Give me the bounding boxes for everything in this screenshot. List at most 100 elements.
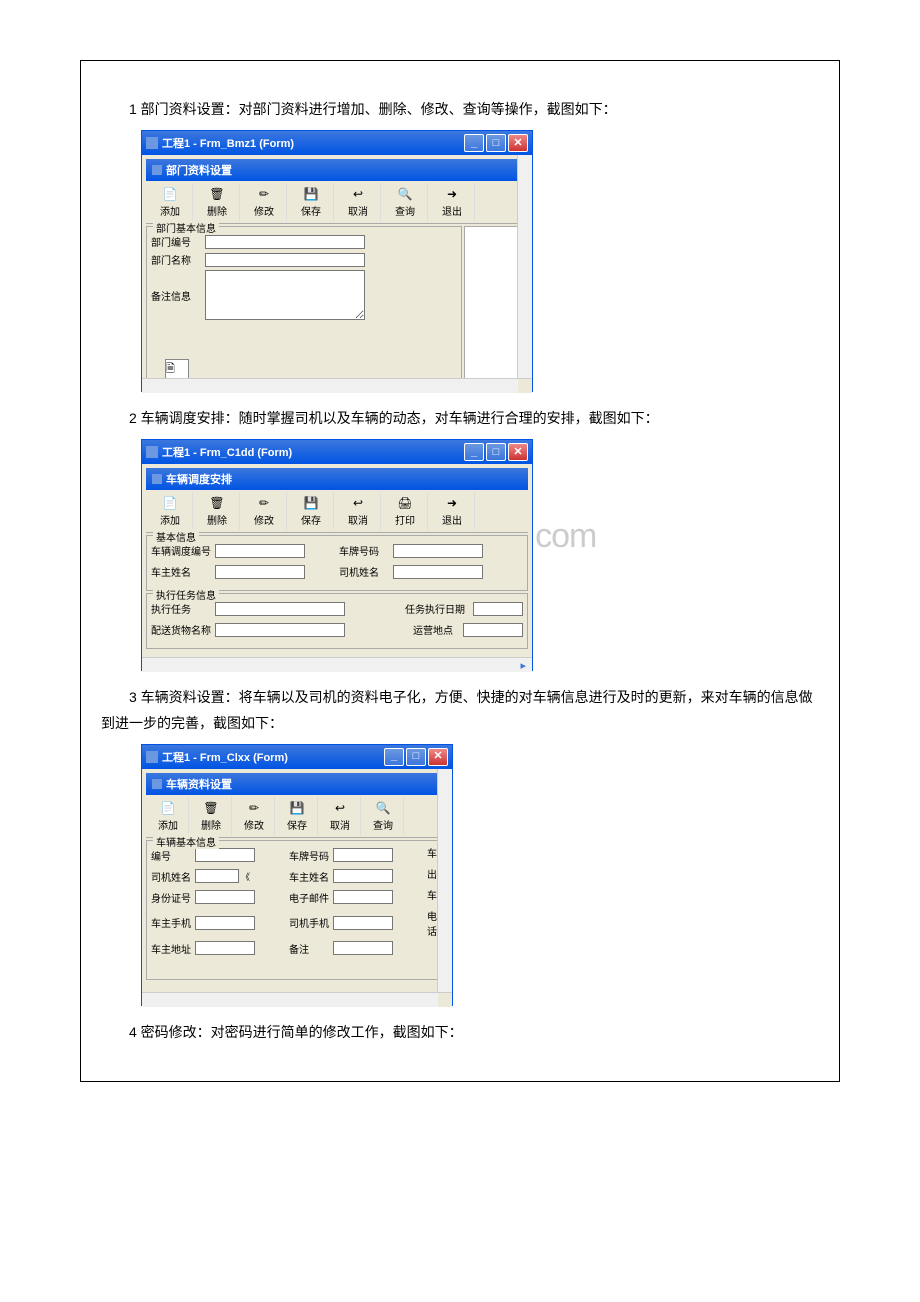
dept-remark-input[interactable]	[205, 270, 365, 320]
delete-button[interactable]: 🗑删除	[195, 183, 240, 221]
vertical-scrollbar[interactable]	[437, 769, 452, 1007]
goods-input[interactable]	[215, 623, 345, 637]
window-title: 工程1 - Frm_Clxx (Form)	[162, 749, 382, 765]
no-input[interactable]	[195, 848, 255, 862]
driver-phone-input[interactable]	[333, 916, 393, 930]
dept-no-label: 部门编号	[151, 234, 205, 249]
close-button[interactable]: ✕	[508, 443, 528, 461]
dest-input[interactable]	[463, 623, 523, 637]
section2-text: 2 车辆调度安排：随时掌握司机以及车辆的动态，对车辆进行合理的安排，截图如下：	[101, 406, 819, 431]
horizontal-scrollbar[interactable]: ▸	[142, 378, 532, 393]
save-button[interactable]: 💾保存	[289, 183, 334, 221]
horizontal-scrollbar[interactable]: ▸	[142, 657, 532, 672]
cancel-button[interactable]: ↩取消	[336, 183, 381, 221]
delete-icon: 🗑	[193, 800, 229, 816]
remark-input[interactable]	[333, 941, 393, 955]
minimize-button[interactable]: _	[384, 748, 404, 766]
cancel-button[interactable]: ↩取消	[320, 797, 361, 835]
app-icon	[146, 137, 158, 149]
group2-title: 执行任务信息	[153, 587, 219, 602]
driver-label: 司机姓名	[339, 564, 393, 579]
window-titlebar: 工程1 - Frm_C1dd (Form) _ □ ✕	[142, 440, 532, 464]
minimize-button[interactable]: _	[464, 134, 484, 152]
add-button[interactable]: 📄添加	[148, 183, 193, 221]
save-icon: 💾	[291, 495, 331, 511]
owner-phone-label: 车主手机	[151, 915, 195, 930]
add-button[interactable]: 📄添加	[148, 797, 189, 835]
close-button[interactable]: ✕	[428, 748, 448, 766]
maximize-button[interactable]: □	[486, 134, 506, 152]
close-button[interactable]: ✕	[508, 134, 528, 152]
group-title: 车辆基本信息	[153, 834, 219, 849]
delete-button[interactable]: 🗑删除	[195, 492, 240, 530]
email-label: 电子邮件	[289, 890, 333, 905]
exit-button[interactable]: ➜退出	[430, 183, 475, 221]
edit-button[interactable]: ✏修改	[242, 183, 287, 221]
dispatch-no-label: 车辆调度编号	[151, 543, 215, 558]
owner-addr-label: 车主地址	[151, 941, 195, 956]
save-button[interactable]: 💾保存	[277, 797, 318, 835]
app-icon	[146, 751, 158, 763]
task-input[interactable]	[215, 602, 345, 616]
plate-label: 车牌号码	[339, 543, 393, 558]
owner-phone-input[interactable]	[195, 916, 255, 930]
delete-button[interactable]: 🗑删除	[191, 797, 232, 835]
task-label: 执行任务	[151, 601, 215, 616]
group-title: 部门基本信息	[153, 220, 219, 235]
edit-button[interactable]: ✏修改	[234, 797, 275, 835]
search-icon: 🔍	[365, 800, 401, 816]
plate-input[interactable]	[333, 848, 393, 862]
cancel-button[interactable]: ↩取消	[336, 492, 381, 530]
owner-input[interactable]	[333, 869, 393, 883]
dept-no-input[interactable]	[205, 235, 365, 249]
task-date-input[interactable]	[473, 602, 523, 616]
minimize-button[interactable]: _	[464, 443, 484, 461]
idcard-label: 身份证号	[151, 890, 195, 905]
add-icon: 📄	[150, 186, 190, 202]
driver-input[interactable]	[195, 869, 239, 883]
window-title: 工程1 - Frm_C1dd (Form)	[162, 444, 462, 460]
form-icon	[152, 165, 162, 175]
email-input[interactable]	[333, 890, 393, 904]
cancel-icon: ↩	[322, 800, 358, 816]
exit-button[interactable]: ➜退出	[430, 492, 475, 530]
owner-addr-input[interactable]	[195, 941, 255, 955]
cancel-icon: ↩	[338, 186, 378, 202]
toolbar: 📄添加 🗑删除 ✏修改 💾保存 ↩取消 🔍查询	[146, 795, 448, 838]
edit-icon: ✏	[244, 186, 284, 202]
vertical-scrollbar[interactable]	[517, 155, 532, 393]
exit-icon: ➜	[432, 495, 472, 511]
driver-label: 司机姓名	[151, 869, 195, 884]
owner-input[interactable]	[215, 565, 305, 579]
edit-icon: ✏	[244, 495, 284, 511]
maximize-button[interactable]: □	[486, 443, 506, 461]
save-button[interactable]: 💾保存	[289, 492, 334, 530]
dept-name-input[interactable]	[205, 253, 365, 267]
edit-button[interactable]: ✏修改	[242, 492, 287, 530]
group1-title: 基本信息	[153, 529, 199, 544]
query-button[interactable]: 🔍查询	[363, 797, 404, 835]
goods-label: 配送货物名称	[151, 622, 215, 637]
maximize-button[interactable]: □	[406, 748, 426, 766]
plate-input[interactable]	[393, 544, 483, 558]
idcard-input[interactable]	[195, 890, 255, 904]
owner-label: 车主姓名	[151, 564, 215, 579]
horizontal-scrollbar[interactable]: ▸	[142, 992, 452, 1007]
screenshot-vehicle: 工程1 - Frm_Clxx (Form) _ □ ✕ 车辆资料设置 📄添加 🗑…	[141, 744, 819, 1006]
toolbar: 📄添加 🗑删除 ✏修改 💾保存 ↩取消 🖨打印 ➜退出	[146, 490, 528, 533]
query-button[interactable]: 🔍查询	[383, 183, 428, 221]
dispatch-no-input[interactable]	[215, 544, 305, 558]
plate-label: 车牌号码	[289, 848, 333, 863]
form-title: 车辆调度安排	[146, 468, 528, 490]
task-date-label: 任务执行日期	[405, 601, 473, 616]
save-icon: 💾	[291, 186, 331, 202]
owner-label: 车主姓名	[289, 869, 333, 884]
add-button[interactable]: 📄添加	[148, 492, 193, 530]
save-icon: 💾	[279, 800, 315, 816]
delete-icon: 🗑	[197, 186, 237, 202]
app-icon	[146, 446, 158, 458]
select-button[interactable]: 《	[239, 870, 252, 883]
print-button[interactable]: 🖨打印	[383, 492, 428, 530]
driver-input[interactable]	[393, 565, 483, 579]
section1-text: 1 部门资料设置：对部门资料进行增加、删除、修改、查询等操作，截图如下：	[101, 97, 819, 122]
